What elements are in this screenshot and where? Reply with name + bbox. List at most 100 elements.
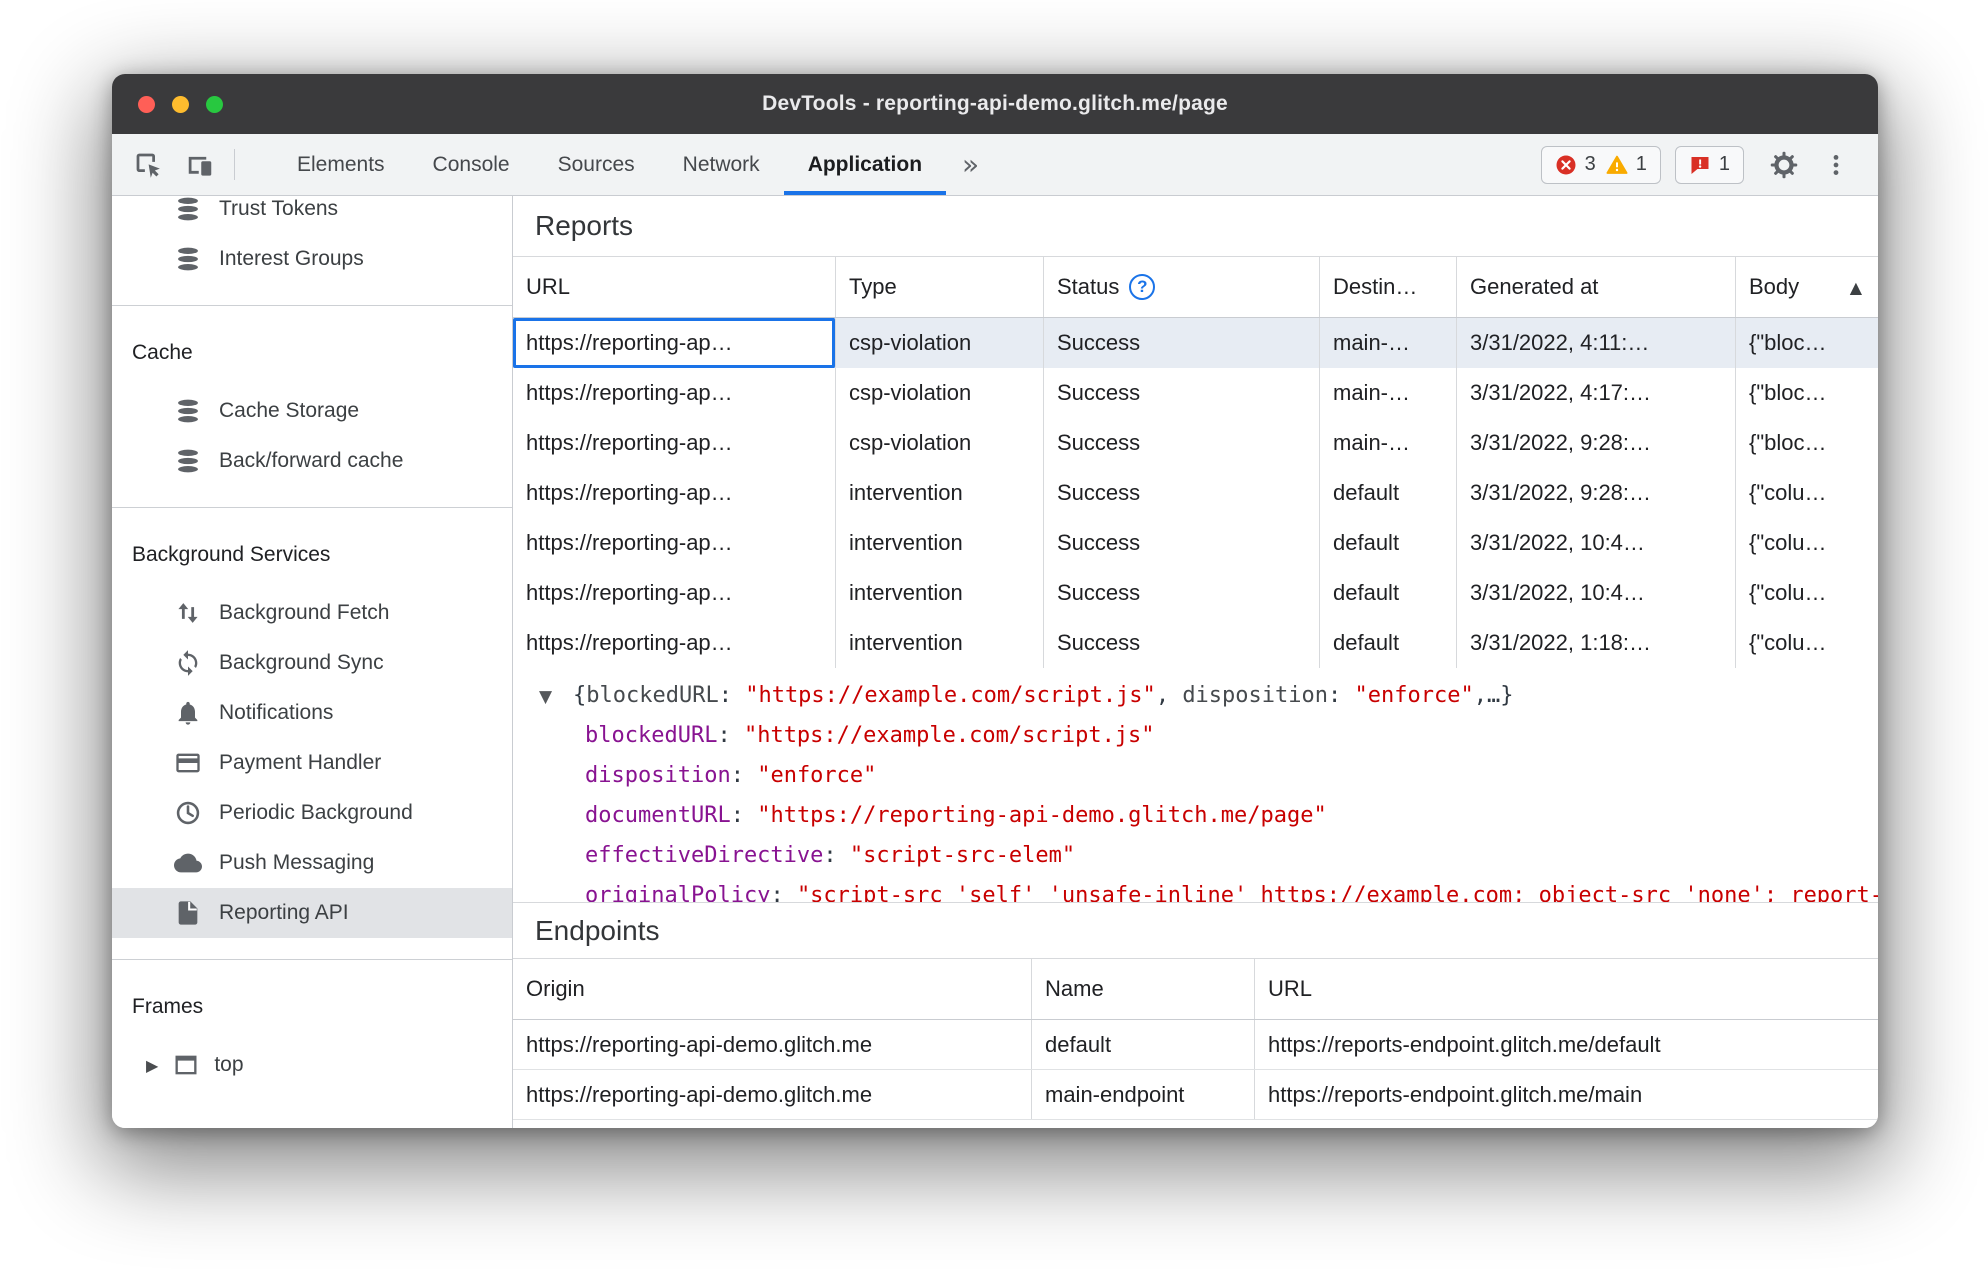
report-type-cell[interactable]: csp-violation — [836, 418, 1044, 468]
report-destination-cell[interactable]: default — [1320, 468, 1457, 518]
column-header-type[interactable]: Type — [836, 257, 1044, 317]
report-body-cell[interactable]: {"colu… — [1736, 518, 1878, 568]
collapse-arrow-icon[interactable]: ▼ — [539, 677, 573, 716]
report-url-cell[interactable]: https://reporting-ap… — [513, 568, 836, 618]
column-header-status[interactable]: Status ? — [1044, 257, 1320, 317]
endpoint-origin-cell[interactable]: https://reporting-api-demo.glitch.me — [513, 1020, 1032, 1069]
column-header-body[interactable]: Body ▲ — [1736, 257, 1878, 317]
report-destination-cell[interactable]: default — [1320, 618, 1457, 668]
report-type-cell[interactable]: csp-violation — [836, 318, 1044, 368]
report-destination-cell[interactable]: default — [1320, 518, 1457, 568]
report-status-cell[interactable]: Success — [1044, 618, 1320, 668]
report-row[interactable]: https://reporting-ap… intervention Succe… — [513, 568, 1878, 618]
report-status-cell[interactable]: Success — [1044, 418, 1320, 468]
inspect-element-button[interactable] — [122, 134, 174, 195]
report-url-cell[interactable]: https://reporting-ap… — [513, 318, 836, 368]
report-row[interactable]: https://reporting-ap… intervention Succe… — [513, 618, 1878, 668]
report-status-cell[interactable]: Success — [1044, 568, 1320, 618]
column-header-name[interactable]: Name — [1032, 959, 1255, 1019]
report-url-cell[interactable]: https://reporting-ap… — [513, 518, 836, 568]
expand-arrow-icon[interactable]: ▶ — [146, 1056, 158, 1075]
report-destination-cell[interactable]: default — [1320, 568, 1457, 618]
tab-sources[interactable]: Sources — [534, 134, 659, 195]
device-toolbar-button[interactable] — [174, 134, 226, 195]
report-body-cell[interactable]: {"colu… — [1736, 568, 1878, 618]
report-type-cell[interactable]: intervention — [836, 518, 1044, 568]
sidebar-item-back-forward-cache[interactable]: Back/forward cache — [112, 436, 512, 486]
tab-elements[interactable]: Elements — [273, 134, 409, 195]
report-generated-cell[interactable]: 3/31/2022, 4:17:… — [1457, 368, 1736, 418]
tab-network[interactable]: Network — [659, 134, 784, 195]
report-url-cell[interactable]: https://reporting-ap… — [513, 468, 836, 518]
sidebar-item-notifications[interactable]: Notifications — [112, 688, 512, 738]
report-generated-cell[interactable]: 3/31/2022, 10:4… — [1457, 518, 1736, 568]
column-header-destination[interactable]: Destin… — [1320, 257, 1457, 317]
report-destination-cell[interactable]: main-… — [1320, 318, 1457, 368]
report-status-cell[interactable]: Success — [1044, 318, 1320, 368]
settings-button[interactable] — [1758, 134, 1810, 195]
report-body-cell[interactable]: {"colu… — [1736, 618, 1878, 668]
report-body-cell[interactable]: {"bloc… — [1736, 368, 1878, 418]
zoom-button[interactable] — [206, 95, 223, 113]
report-row[interactable]: https://reporting-ap… csp-violation Succ… — [513, 418, 1878, 468]
column-header-url[interactable]: URL — [513, 257, 836, 317]
sidebar-item-interest-groups[interactable]: Interest Groups — [112, 234, 512, 284]
report-row[interactable]: https://reporting-ap… csp-violation Succ… — [513, 368, 1878, 418]
tab-console[interactable]: Console — [409, 134, 534, 195]
json-property-line[interactable]: documentURL: "https://reporting-api-demo… — [513, 796, 1878, 836]
sidebar-item-background-sync[interactable]: Background Sync — [112, 638, 512, 688]
sidebar-item-background-fetch[interactable]: Background Fetch — [112, 588, 512, 638]
report-status-cell[interactable]: Success — [1044, 468, 1320, 518]
sidebar-item-cache-storage[interactable]: Cache Storage — [112, 386, 512, 436]
report-status-cell[interactable]: Success — [1044, 368, 1320, 418]
endpoint-url-cell[interactable]: https://reports-endpoint.glitch.me/main — [1255, 1070, 1878, 1119]
json-preview-line[interactable]: ▼ {blockedURL: "https://example.com/scrip… — [513, 676, 1878, 716]
sidebar-item-payment-handler[interactable]: Payment Handler — [112, 738, 512, 788]
report-row[interactable]: https://reporting-ap… csp-violation Succ… — [513, 318, 1878, 368]
report-destination-cell[interactable]: main-… — [1320, 418, 1457, 468]
issues-badge[interactable]: 1 — [1674, 145, 1744, 184]
sort-ascending-icon[interactable]: ▲ — [1850, 278, 1868, 297]
report-generated-cell[interactable]: 3/31/2022, 1:18:… — [1457, 618, 1736, 668]
report-body-cell[interactable]: {"colu… — [1736, 468, 1878, 518]
report-generated-cell[interactable]: 3/31/2022, 9:28:… — [1457, 468, 1736, 518]
report-url-cell[interactable]: https://reporting-ap… — [513, 368, 836, 418]
column-header-generated-at[interactable]: Generated at — [1457, 257, 1736, 317]
report-row[interactable]: https://reporting-ap… intervention Succe… — [513, 518, 1878, 568]
sidebar-item-push-messaging[interactable]: Push Messaging — [112, 838, 512, 888]
close-button[interactable] — [138, 95, 155, 113]
report-url-cell[interactable]: https://reporting-ap… — [513, 618, 836, 668]
report-row[interactable]: https://reporting-ap… intervention Succe… — [513, 468, 1878, 518]
sidebar-item-frame-top[interactable]: ▶ top — [112, 1040, 512, 1090]
minimize-button[interactable] — [172, 95, 189, 113]
report-generated-cell[interactable]: 3/31/2022, 10:4… — [1457, 568, 1736, 618]
report-status-cell[interactable]: Success — [1044, 518, 1320, 568]
endpoint-row[interactable]: https://reporting-api-demo.glitch.me def… — [513, 1020, 1878, 1070]
endpoint-row[interactable]: https://reporting-api-demo.glitch.me mai… — [513, 1070, 1878, 1120]
more-options-button[interactable] — [1810, 134, 1862, 195]
json-property-line[interactable]: effectiveDirective: "script-src-elem" — [513, 836, 1878, 876]
report-url-cell[interactable]: https://reporting-ap… — [513, 418, 836, 468]
report-destination-cell[interactable]: main-… — [1320, 368, 1457, 418]
column-header-origin[interactable]: Origin — [513, 959, 1032, 1019]
endpoint-origin-cell[interactable]: https://reporting-api-demo.glitch.me — [513, 1070, 1032, 1119]
report-type-cell[interactable]: intervention — [836, 468, 1044, 518]
report-body-cell[interactable]: {"bloc… — [1736, 418, 1878, 468]
endpoint-url-cell[interactable]: https://reports-endpoint.glitch.me/defau… — [1255, 1020, 1878, 1069]
tab-application[interactable]: Application — [784, 134, 946, 195]
report-type-cell[interactable]: csp-violation — [836, 368, 1044, 418]
console-summary-badge[interactable]: 3 1 — [1540, 145, 1661, 184]
sidebar-item-reporting-api[interactable]: Reporting API — [112, 888, 512, 938]
sidebar-item-trust-tokens[interactable]: Trust Tokens — [112, 196, 512, 234]
report-generated-cell[interactable]: 3/31/2022, 4:11:… — [1457, 318, 1736, 368]
sidebar-item-periodic-background-sync[interactable]: Periodic Background — [112, 788, 512, 838]
status-help-icon[interactable]: ? — [1129, 274, 1156, 300]
json-property-line-clipped[interactable]: originalPolicy: "script-src 'self' 'unsa… — [513, 876, 1878, 902]
report-body-cell[interactable]: {"bloc… — [1736, 318, 1878, 368]
more-tabs-button[interactable]: » — [946, 134, 995, 195]
endpoint-name-cell[interactable]: default — [1032, 1020, 1255, 1069]
report-type-cell[interactable]: intervention — [836, 568, 1044, 618]
report-type-cell[interactable]: intervention — [836, 618, 1044, 668]
column-header-url[interactable]: URL — [1255, 959, 1878, 1019]
json-property-line[interactable]: disposition: "enforce" — [513, 756, 1878, 796]
